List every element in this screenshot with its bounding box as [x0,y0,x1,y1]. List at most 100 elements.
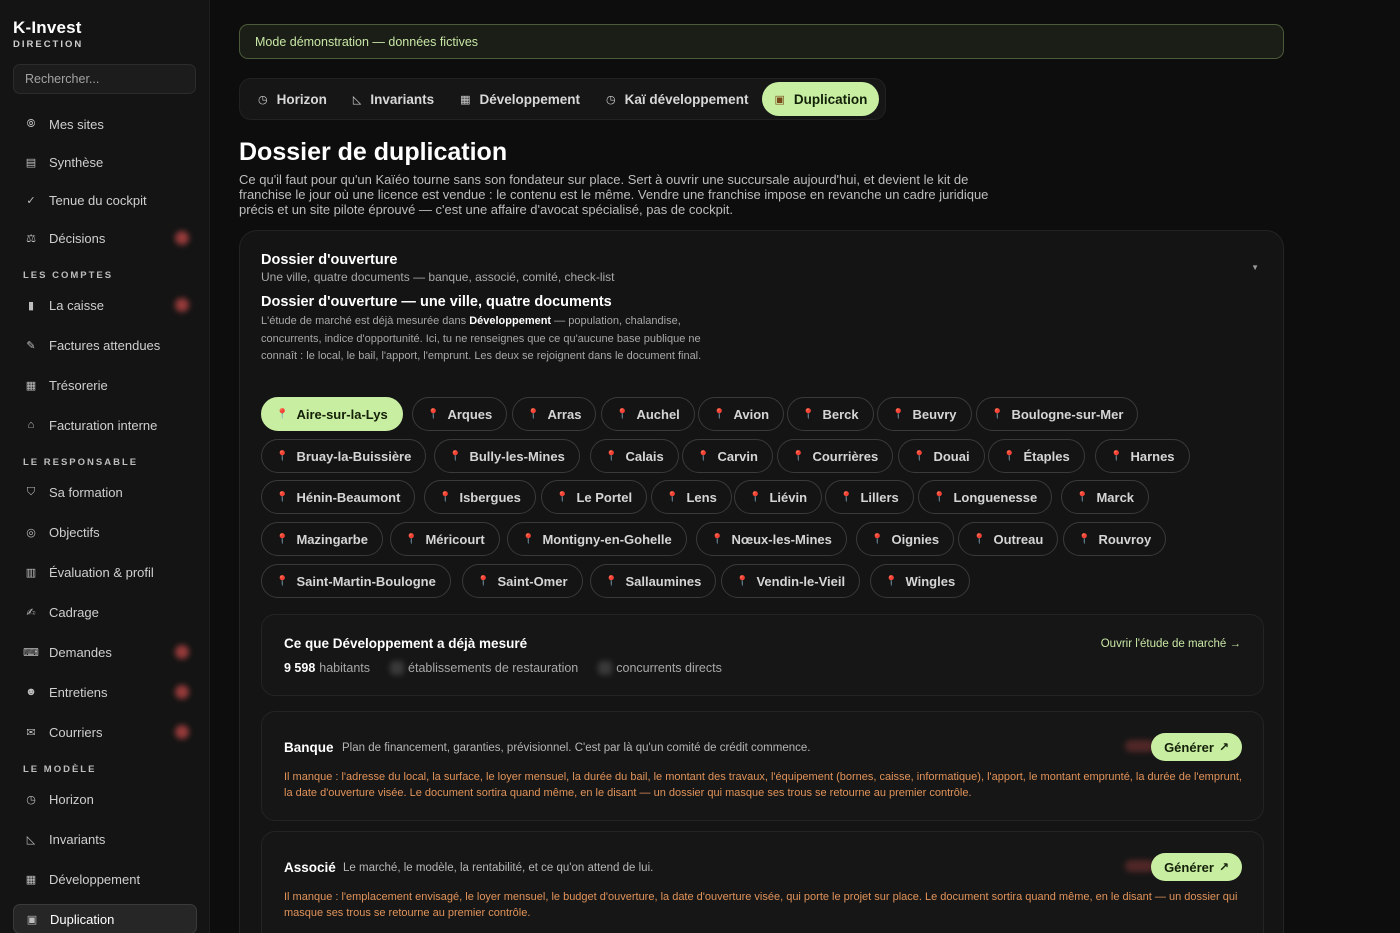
sidebar-item-cadrage[interactable]: ✍ Cadrage [13,597,197,627]
generate-button[interactable]: Générer ↗ [1151,853,1242,881]
city-chip[interactable]: 📍 Beuvry [877,397,972,431]
city-chip[interactable]: 📍 Vendin-le-Vieil [721,564,861,598]
tab-label: Horizon [276,91,327,107]
city-chip[interactable]: 📍 Carvin [682,439,773,473]
sidebar-item-horizon[interactable]: ◷ Horizon [13,784,197,814]
city-chip[interactable]: 📍 Wingles [870,564,971,598]
city-chip[interactable]: 📍 Lillers [825,480,914,514]
city-chip[interactable]: 📍 Courrières [777,439,894,473]
city-chip[interactable]: 📍 Méricourt [390,522,500,556]
city-chip[interactable]: 📍 Montigny-en-Gohelle [507,522,687,556]
city-label: Rouvroy [1098,531,1152,547]
city-chip[interactable]: 📍 Saint-Omer [462,564,583,598]
city-chip[interactable]: 📍 Arques [412,397,508,431]
demo-mode-banner: Mode démonstration — données fictives [239,24,1284,59]
city-chip[interactable]: 📍 Bully-les-Mines [434,439,580,473]
chevron-down-icon[interactable]: ▼ [1251,263,1259,272]
city-chip[interactable]: 📍 Hénin-Beaumont [261,480,416,514]
city-label: Outreau [993,531,1044,547]
sidebar-item-demandes[interactable]: ⌨ Demandes [13,637,197,667]
clock-icon: ◷ [606,93,616,106]
sidebar-item-synthese[interactable]: ▤ Synthèse [13,147,197,177]
sidebar-item-facturation[interactable]: ⌂ Facturation interne [13,410,197,440]
sidebar-item-decisions[interactable]: ⚖ Décisions [13,223,197,253]
search-box[interactable] [13,64,196,94]
city-chip[interactable]: 📍 Liévin [734,480,823,514]
city-chip[interactable]: 📍 Berck [787,397,874,431]
sidebar-item-tresorerie[interactable]: ▦ Trésorerie [13,370,197,400]
city-chip[interactable]: 📍 Auchel [601,397,695,431]
city-label: Saint-Omer [497,573,568,589]
sidebar-item-duplication[interactable]: ▣ Duplication [13,904,197,933]
sidebar-item-developpement[interactable]: ▦ Développement [13,864,197,894]
sidebar-item-factures[interactable]: ✎ Factures attendues [13,330,197,360]
sidebar-item-mes-sites[interactable]: ⦾ Mes sites [13,109,197,139]
document-banque: Banque Plan de financement, garanties, p… [261,711,1264,821]
sidebar-item-label: Demandes [49,644,112,660]
city-chip[interactable]: 📍 Lens [651,480,732,514]
city-chip[interactable]: 📍 Saint-Martin-Boulogne [261,564,451,598]
tab-kai-developpement[interactable]: ◷ Kaï développement [594,82,760,116]
city-chip[interactable]: 📍 Étaples [988,439,1085,473]
city-chip[interactable]: 📍 Boulogne-sur-Mer [976,397,1139,431]
city-chip[interactable]: 📍 Isbergues [424,480,536,514]
sidebar-item-courriers[interactable]: ✉ Courriers [13,717,197,747]
sidebar-item-objectifs[interactable]: ◎ Objectifs [13,517,197,547]
city-chip[interactable]: 📍 Aire-sur-la-Lys [261,397,403,431]
arrow-up-right-icon: ↗ [1218,740,1229,754]
city-chip[interactable]: 📍 Harnes [1095,439,1190,473]
document-title: Banque [284,740,334,755]
button-label: Générer [1164,859,1214,875]
sidebar-item-evaluation[interactable]: ▥ Évaluation & profil [13,557,197,587]
tab-label: Kaï développement [624,91,749,107]
city-chip[interactable]: 📍 Arras [512,397,597,431]
document-subtitle: Plan de financement, garanties, prévisio… [342,742,811,754]
tab-developpement[interactable]: ▦ Développement [448,82,592,116]
sidebar-item-formation[interactable]: ⛉ Sa formation [13,477,197,507]
city-chip[interactable]: 📍 Longuenesse [918,480,1053,514]
city-chip[interactable]: 📍 Rouvroy [1063,522,1167,556]
sidebar-item-entretiens[interactable]: ☻ Entretiens [13,677,197,707]
city-chip[interactable]: 📍 Le Portel [541,480,648,514]
desc-bold: Développement [469,315,552,327]
city-label: Oignies [891,531,940,547]
city-chip[interactable]: 📍 Bruay-la-Buissière [261,439,427,473]
search-input[interactable] [25,72,184,86]
tab-invariants[interactable]: ◺ Invariants [341,82,446,116]
city-chip[interactable]: 📍 Oignies [856,522,955,556]
market-study-link[interactable]: Ouvrir l'étude de marché → [1101,638,1241,650]
pin-icon: 📍 [527,408,540,420]
generate-button[interactable]: Générer ↗ [1151,733,1242,761]
tab-horizon[interactable]: ◷ Horizon [246,82,339,116]
population-label: habitants [319,661,371,675]
city-label: Beuvry [912,406,957,422]
city-chip[interactable]: 📍 Mazingarbe [261,522,383,556]
city-chip[interactable]: 📍 Avion [698,397,785,431]
population-value: 9 598 [284,661,316,675]
sidebar-item-caisse[interactable]: ▮ La caisse [13,290,197,320]
tab-bar: ◷ Horizon ◺ Invariants ▦ Développement ◷ Kaï… [239,78,887,120]
city-chip[interactable]: 📍 Marck [1061,480,1150,514]
sidebar-item-label: Facturation interne [49,417,158,433]
sidebar-item-label: Développement [49,871,141,887]
notification-badge [175,231,189,245]
tab-duplication[interactable]: ▣ Duplication [762,82,880,116]
inbox-icon: ⌨ [23,646,39,659]
pin-icon: 📍 [871,533,884,545]
dossier-title[interactable]: Dossier d'ouverture [261,252,397,268]
city-chip[interactable]: 📍 Outreau [958,522,1059,556]
city-chip[interactable]: 📍 Nœux-les-Mines [696,522,847,556]
city-chip[interactable]: 📍 Calais [590,439,679,473]
sidebar-item-tenue-cockpit[interactable]: ✓ Tenue du cockpit [13,185,197,215]
section-title: Dossier d'ouverture — une ville, quatre … [261,294,612,310]
city-label: Nœux-les-Mines [731,531,832,547]
sidebar-item-label: Duplication [50,911,115,927]
map-icon: ▦ [25,873,37,886]
city-chip[interactable]: 📍 Douai [898,439,985,473]
pin-icon: 📍 [1076,491,1089,503]
city-chip[interactable]: 📍 Sallaumines [590,564,717,598]
city-label: Avion [733,406,770,422]
section-label-comptes: LES COMPTES [23,270,114,281]
sidebar-item-label: Horizon [49,791,94,807]
sidebar-item-invariants[interactable]: ◺ Invariants [13,824,197,854]
